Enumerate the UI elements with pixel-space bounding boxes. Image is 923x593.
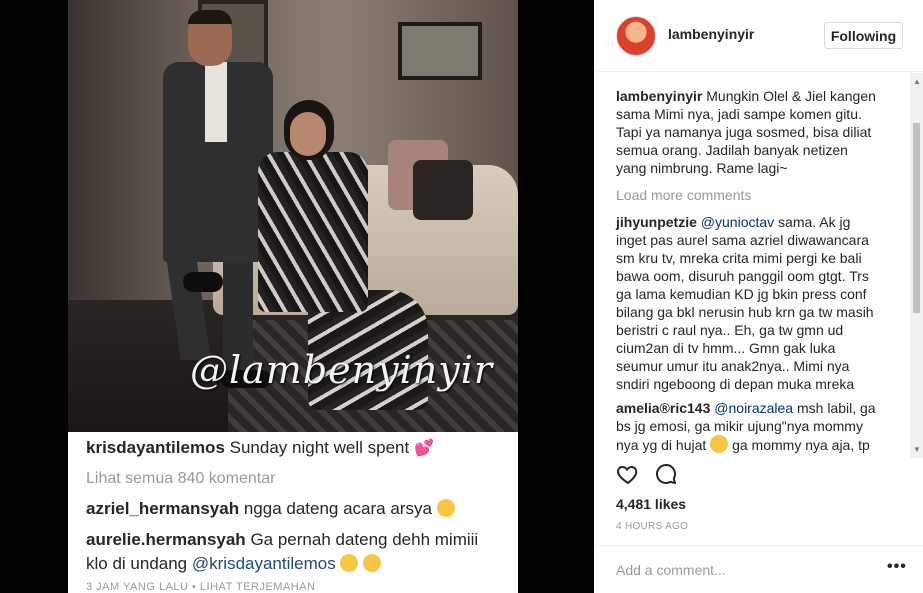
embedded-comments-screenshot: krisdayantilemos Sunday night well spent…	[68, 432, 518, 593]
comment-text: sama. Ak jg inget pas aurel sama azriel …	[616, 214, 874, 392]
comment-username[interactable]: lambenyinyir	[616, 88, 702, 104]
post-timestamp[interactable]: 4 HOURS AGO	[616, 521, 688, 532]
embedded-caption: krisdayantilemos Sunday night well spent…	[86, 436, 500, 461]
photo-watermark: @lambenyinyir	[190, 348, 494, 392]
following-button[interactable]: Following	[824, 22, 903, 49]
comment-composer: •••	[594, 545, 923, 593]
embedded-comment: aurelie.hermansyah Ga pernah dateng dehh…	[86, 528, 500, 552]
caption-comment: lambenyinyir Mungkin Olel & Jiel kangen …	[616, 87, 881, 177]
comment-username[interactable]: amelia®ric143	[616, 400, 710, 416]
embedded-comment-text: klo di undang	[86, 554, 188, 573]
photo-wall-frame	[398, 22, 482, 80]
post-side-panel: lambenyinyir Following lambenyinyir Mung…	[594, 0, 923, 593]
avatar[interactable]	[616, 16, 656, 56]
comment-mention[interactable]: @noirazalea	[714, 400, 793, 416]
embedded-comment-text: ngga dateng acara arsya	[243, 499, 432, 518]
list-item: jihyunpetzie @yunioctav sama. Ak jg inge…	[616, 213, 881, 393]
embedded-mention: @krisdayantilemos	[191, 554, 336, 573]
comments-list[interactable]: lambenyinyir Mungkin Olel & Jiel kangen …	[594, 73, 923, 458]
scroll-up-arrow-icon[interactable]: ▲	[913, 77, 921, 86]
post-header: lambenyinyir Following	[594, 0, 923, 72]
post-photo[interactable]: @lambenyinyir	[68, 0, 518, 432]
embedded-view-all: Lihat semua 840 komentar	[86, 470, 276, 487]
comment-username[interactable]: jihyunpetzie	[616, 214, 697, 230]
comment-text: ga mommy nya aja, tp	[732, 437, 870, 453]
embedded-caption-text: Sunday night well spent	[229, 438, 410, 457]
smirk-emoji-icon	[710, 435, 729, 453]
scroll-down-arrow-icon[interactable]: ▼	[913, 445, 921, 454]
add-comment-input[interactable]	[616, 558, 856, 582]
embedded-comment-continued: klo di undang @krisdayantilemos	[86, 552, 500, 576]
embedded-comment-text: Ga pernah dateng dehh mimiii	[250, 530, 479, 549]
comments-scrollbar[interactable]: ▲ ▼	[910, 73, 923, 458]
embedded-comment-user: azriel_hermansyah	[86, 499, 240, 518]
more-options-icon[interactable]: •••	[887, 558, 907, 576]
heart-emoji-icon: 💕	[413, 440, 434, 457]
embedded-comment: azriel_hermansyah ngga dateng acara arsy…	[86, 497, 500, 521]
embedded-caption-user: krisdayantilemos	[86, 438, 225, 457]
comment-mention[interactable]: @yunioctav	[701, 214, 774, 230]
load-more-comments-link[interactable]: Load more comments	[616, 187, 901, 203]
post-media-area: @lambenyinyir krisdayantilemos Sunday ni…	[0, 0, 594, 593]
grin-emoji-icon	[436, 499, 455, 517]
header-username[interactable]: lambenyinyir	[668, 26, 754, 42]
likes-count[interactable]: 4,481 likes	[616, 496, 686, 512]
comment-bubble-icon[interactable]	[654, 462, 678, 491]
list-item: amelia®ric143 @noirazalea msh labil, ga …	[616, 399, 881, 454]
embedded-timestamp: 3 JAM YANG LALU • LIHAT TERJEMAHAN	[86, 581, 316, 593]
like-heart-icon[interactable]	[616, 462, 640, 491]
embedded-comment-user: aurelie.hermansyah	[86, 530, 246, 549]
sad-emoji-icon	[340, 554, 359, 572]
scrollbar-thumb[interactable]	[913, 123, 920, 313]
sad-emoji-icon	[363, 554, 382, 572]
